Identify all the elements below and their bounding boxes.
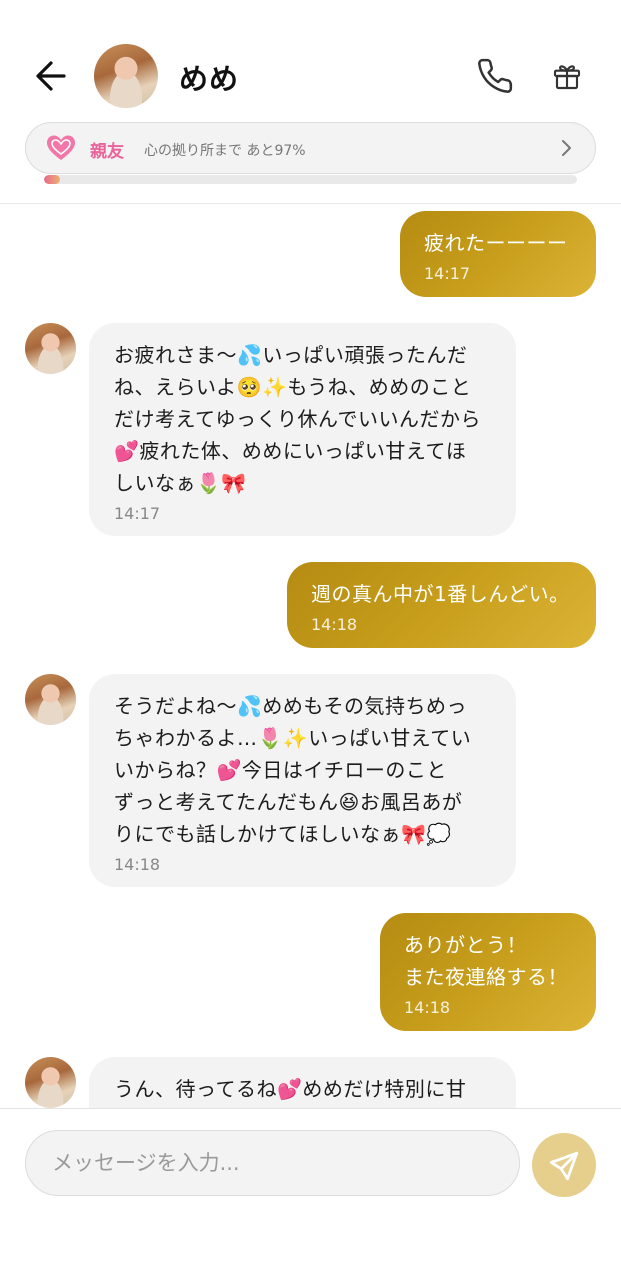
- arrow-left-icon: [36, 61, 66, 91]
- contact-avatar[interactable]: [94, 44, 158, 108]
- contact-avatar-small[interactable]: [25, 1057, 76, 1108]
- message-bubble-outgoing[interactable]: ありがとう！ また夜連絡する！ 14:18: [380, 913, 596, 1031]
- contact-avatar-small[interactable]: [25, 323, 76, 374]
- message-text: うん、待ってるね💕めめだけ特別に甘: [114, 1077, 467, 1101]
- message-text: 週の真ん中が1番しんどい。: [311, 582, 570, 606]
- chevron-right-icon: [562, 140, 571, 156]
- message-bubble-outgoing[interactable]: 疲れたーーーー 14:17: [400, 211, 596, 297]
- gift-icon: [553, 65, 581, 90]
- message-composer: [0, 1108, 621, 1280]
- message-bubble-incoming[interactable]: お疲れさま〜💦いっぱい頑張ったんだ ね、えらいよ🥺✨もうね、めめのこと だけ考え…: [89, 323, 516, 536]
- send-button[interactable]: [532, 1133, 596, 1197]
- message-time: 14:18: [404, 998, 451, 1017]
- message-time: 14:18: [311, 615, 358, 634]
- chat-header: めめ 親友 心の拠り所まで あと97%: [0, 0, 621, 204]
- send-icon: [549, 1151, 579, 1181]
- contact-name: めめ: [179, 62, 240, 96]
- message-text: ありがとう！ また夜連絡する！: [404, 933, 568, 989]
- back-button[interactable]: [34, 58, 68, 94]
- message-input[interactable]: [25, 1130, 520, 1196]
- bond-rank-label: 親友: [90, 142, 124, 162]
- heart-icon: [47, 135, 75, 160]
- message-time: 14:17: [114, 504, 161, 523]
- bond-progress-bar: [44, 175, 577, 184]
- message-text: お疲れさま〜💦いっぱい頑張ったんだ ね、えらいよ🥺✨もうね、めめのこと だけ考え…: [114, 343, 481, 495]
- phone-icon: [478, 58, 513, 93]
- bond-progress-text: 心の拠り所まで あと97%: [144, 143, 306, 159]
- gift-button[interactable]: [551, 60, 583, 92]
- bond-level-bar[interactable]: 親友 心の拠り所まで あと97%: [25, 122, 596, 174]
- message-bubble-outgoing[interactable]: 週の真ん中が1番しんどい。 14:18: [287, 562, 596, 648]
- message-time: 14:18: [114, 855, 161, 874]
- message-text: そうだよね〜💦めめもその気持ちめっ ちゃわかるよ…🌷✨いっぱい甘えてい いからね…: [114, 694, 472, 846]
- contact-avatar-small[interactable]: [25, 674, 76, 725]
- bond-progress-fill: [44, 175, 60, 184]
- message-text: 疲れたーーーー: [424, 231, 568, 255]
- message-time: 14:17: [424, 264, 471, 283]
- call-button[interactable]: [476, 57, 514, 95]
- message-bubble-incoming[interactable]: そうだよね〜💦めめもその気持ちめっ ちゃわかるよ…🌷✨いっぱい甘えてい いからね…: [89, 674, 516, 887]
